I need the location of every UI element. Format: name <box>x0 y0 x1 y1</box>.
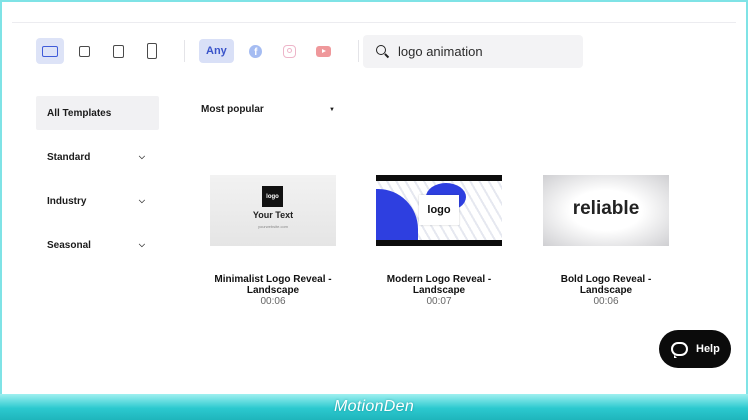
facebook-icon: f <box>249 44 263 58</box>
thumb-logo: logo <box>419 195 459 225</box>
search-input[interactable]: logo animation <box>363 35 583 68</box>
sort-dropdown[interactable]: Most popular ▼ <box>201 104 335 115</box>
template-title-line: Bold Logo Reveal - <box>560 274 652 285</box>
platform-any-button[interactable]: Any <box>199 39 234 63</box>
aspect-landscape-button[interactable] <box>36 38 64 64</box>
template-thumbnail[interactable]: logo Your Text yourwebsite.com <box>210 175 336 246</box>
sidebar-item-industry[interactable]: Industry ⌵ <box>36 184 159 218</box>
aspect-square-button[interactable] <box>70 38 98 64</box>
template-title-line: Modern Logo Reveal - <box>386 274 492 285</box>
template-thumbnail[interactable]: reliable <box>543 175 669 246</box>
chevron-down-icon: ⌵ <box>138 196 145 205</box>
template-thumbnail[interactable]: logo <box>376 175 502 246</box>
template-card[interactable]: logo Modern Logo Reveal - Landscape 00:0… <box>376 175 502 307</box>
sidebar-item-seasonal[interactable]: Seasonal ⌵ <box>36 228 159 262</box>
aspect-vertical-button[interactable] <box>138 38 166 64</box>
template-title-line: Landscape <box>579 285 633 296</box>
watermark-bar: MotionDen <box>0 394 748 420</box>
landscape-icon <box>42 45 58 57</box>
youtube-filter-button[interactable] <box>312 39 336 63</box>
instagram-icon <box>283 44 297 58</box>
thumb-band <box>376 240 502 246</box>
divider <box>12 22 736 23</box>
sidebar-item-standard[interactable]: Standard ⌵ <box>36 140 159 174</box>
chevron-down-icon: ⌵ <box>138 240 145 249</box>
vertical-icon <box>147 43 157 59</box>
chevron-down-icon: ⌵ <box>138 152 145 161</box>
thumb-text: Your Text <box>252 210 294 220</box>
thumb-band <box>376 175 502 181</box>
sidebar-item-label: Standard <box>47 151 91 163</box>
search-value: logo animation <box>398 44 483 59</box>
template-card[interactable]: logo Your Text yourwebsite.com Minimalis… <box>210 175 336 307</box>
caret-down-icon: ▼ <box>329 106 335 113</box>
sidebar-item-label: Seasonal <box>47 239 91 251</box>
toolbar-divider <box>184 40 185 62</box>
portrait-icon <box>112 44 124 58</box>
help-button[interactable]: Help <box>659 330 731 368</box>
filter-toolbar: Any f <box>36 35 373 67</box>
aspect-portrait-button[interactable] <box>104 38 132 64</box>
template-title-line: Landscape <box>246 285 300 296</box>
watermark-text: MotionDen <box>333 398 415 415</box>
template-duration: 00:06 <box>593 296 619 307</box>
category-sidebar: All Templates Standard ⌵ Industry ⌵ Seas… <box>36 96 159 272</box>
search-icon <box>376 45 389 58</box>
template-title-line: Landscape <box>412 285 466 296</box>
template-title-line: Minimalist Logo Reveal - <box>214 274 332 285</box>
toolbar-divider <box>357 40 359 62</box>
template-duration: 00:07 <box>426 296 452 307</box>
thumb-url: yourwebsite.com <box>257 224 288 229</box>
template-title[interactable]: Bold Logo Reveal - Landscape <box>543 274 669 296</box>
instagram-filter-button[interactable] <box>278 39 302 63</box>
sidebar-item-label: All Templates <box>47 107 112 119</box>
square-icon <box>78 45 90 57</box>
thumb-logo: logo <box>262 186 283 207</box>
sort-label: Most popular <box>201 104 264 115</box>
template-card[interactable]: reliable Bold Logo Reveal - Landscape 00… <box>543 175 669 307</box>
template-title[interactable]: Minimalist Logo Reveal - Landscape <box>210 274 336 296</box>
chat-bubble-icon <box>671 342 688 358</box>
sidebar-item-all-templates[interactable]: All Templates <box>36 96 159 130</box>
thumb-text: reliable <box>572 198 640 219</box>
template-title[interactable]: Modern Logo Reveal - Landscape <box>376 274 502 296</box>
template-duration: 00:06 <box>260 296 286 307</box>
facebook-filter-button[interactable]: f <box>244 39 268 63</box>
sidebar-item-label: Industry <box>47 195 87 207</box>
youtube-icon <box>316 45 332 57</box>
help-label: Help <box>696 343 720 355</box>
